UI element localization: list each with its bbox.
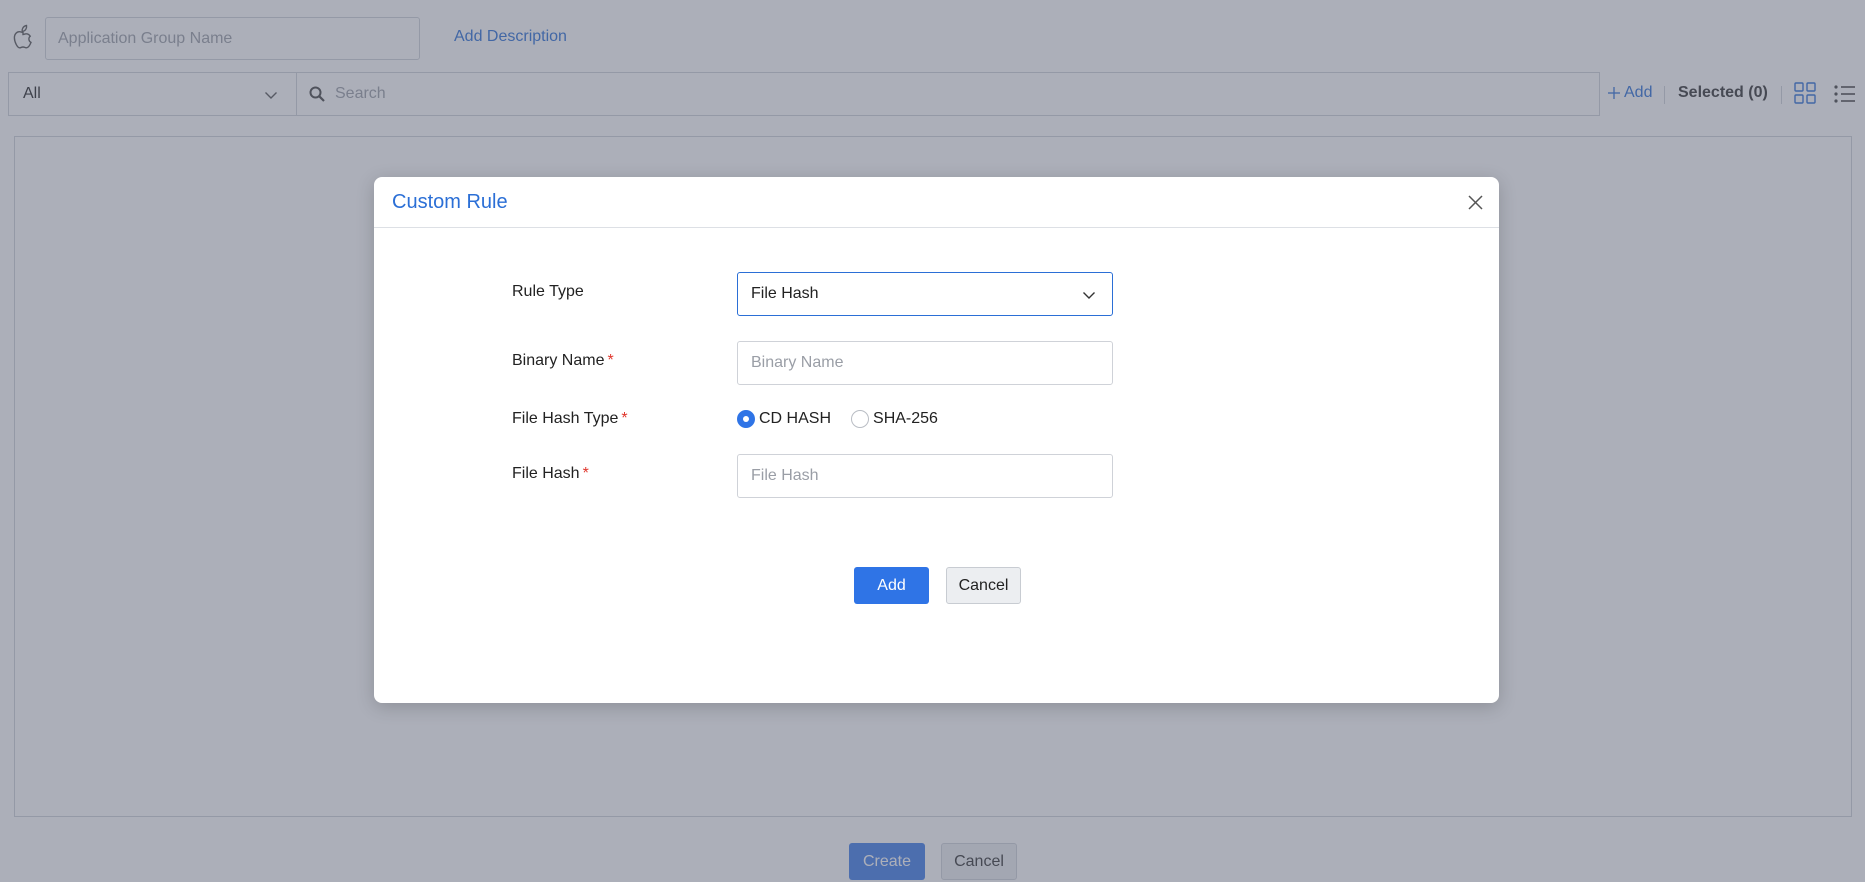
file-hash-label: File Hash *: [512, 465, 589, 483]
dialog-add-button[interactable]: Add: [854, 567, 929, 604]
required-marker: *: [582, 465, 589, 482]
dialog-header: Custom Rule: [374, 177, 1499, 228]
custom-rule-dialog: Custom Rule Rule Type File Hash Binary N…: [374, 177, 1499, 703]
dialog-title: Custom Rule: [392, 191, 508, 213]
cd-hash-radio[interactable]: [737, 410, 755, 428]
file-hash-row: File Hash *: [512, 454, 1113, 498]
sha-256-label[interactable]: SHA-256: [873, 410, 938, 428]
close-icon[interactable]: [1467, 194, 1484, 211]
file-hash-type-label: File Hash Type *: [512, 410, 628, 428]
required-marker: *: [621, 410, 628, 427]
rule-type-label: Rule Type: [512, 283, 584, 300]
required-marker: *: [607, 352, 614, 369]
binary-name-input[interactable]: [737, 341, 1113, 385]
rule-type-value: File Hash: [751, 285, 819, 302]
sha-256-radio[interactable]: [851, 410, 870, 428]
page: Add Description All Add Selected (0): [0, 0, 1865, 882]
dialog-actions: Add Cancel: [854, 567, 1021, 604]
cd-hash-label[interactable]: CD HASH: [759, 410, 831, 428]
binary-name-label-text: Binary Name: [512, 352, 605, 369]
rule-type-select[interactable]: File Hash: [737, 272, 1113, 316]
rule-type-row: Rule Type File Hash: [512, 272, 1113, 316]
dialog-cancel-button[interactable]: Cancel: [946, 567, 1021, 604]
file-hash-input[interactable]: [737, 454, 1113, 498]
file-hash-type-radio-group: CD HASH SHA-256: [737, 408, 958, 430]
binary-name-row: Binary Name *: [512, 341, 1113, 385]
file-hash-type-label-text: File Hash Type: [512, 410, 619, 427]
binary-name-label: Binary Name *: [512, 352, 614, 370]
file-hash-type-row: File Hash Type * CD HASH SHA-256: [512, 408, 1112, 452]
chevron-down-icon: [1083, 292, 1095, 299]
file-hash-label-text: File Hash: [512, 465, 580, 482]
